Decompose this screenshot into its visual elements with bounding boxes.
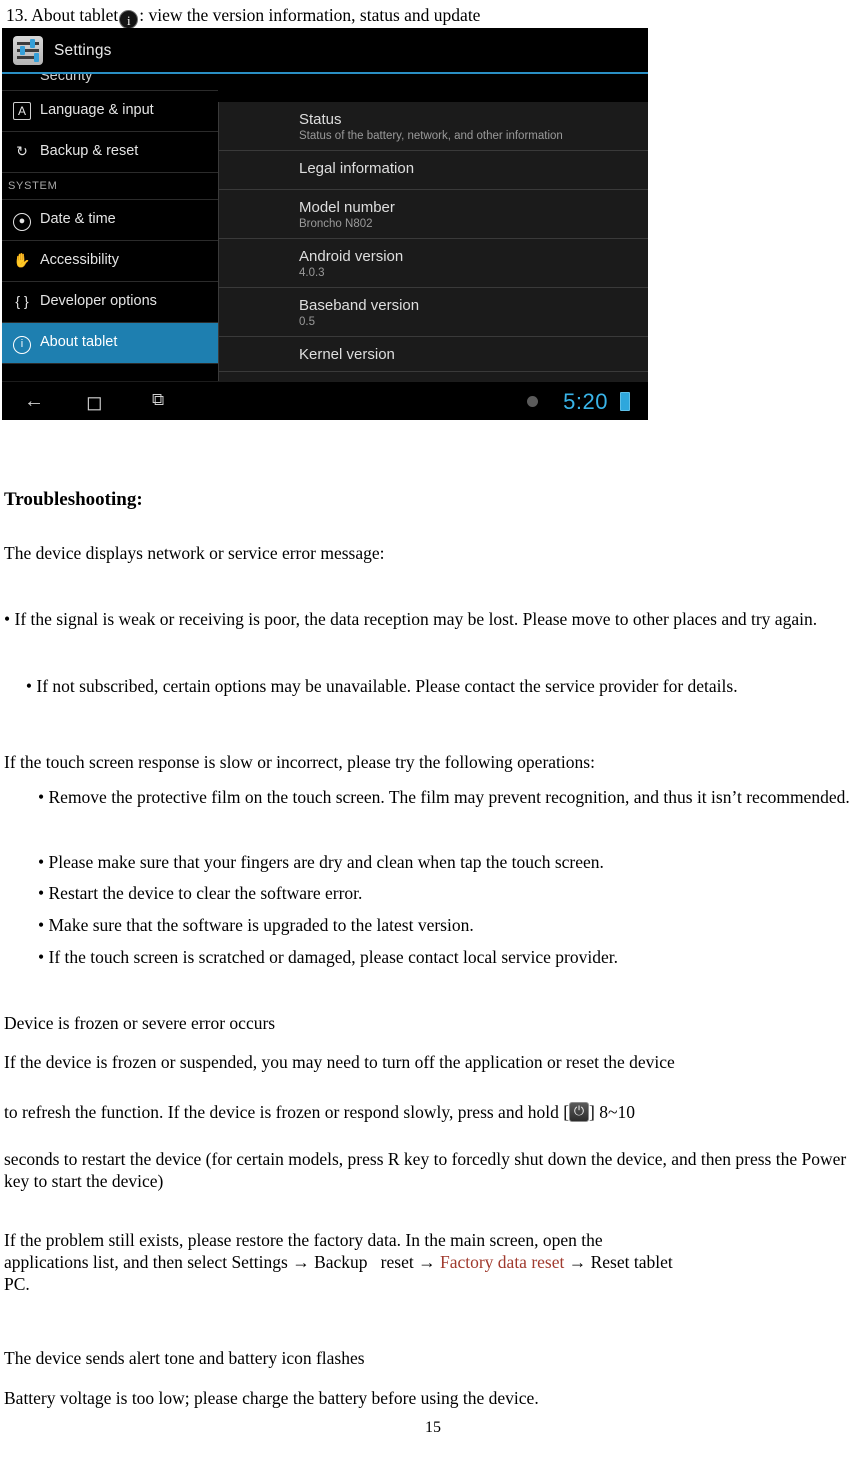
sidebar-item-label: Developer options bbox=[40, 293, 157, 309]
list-item-title: Status bbox=[299, 111, 342, 128]
sidebar-item-language-input[interactable]: A Language & input bbox=[2, 91, 218, 132]
paragraph-restore-c: → Reset tablet bbox=[564, 1252, 673, 1272]
back-arrow-icon[interactable]: ← bbox=[24, 390, 44, 413]
about-tablet-list: Status Status of the battery, network, a… bbox=[218, 102, 648, 412]
paragraph-restart-device: • Restart the device to clear the softwa… bbox=[38, 883, 363, 903]
paragraph-restore-a: If the problem still exists, please rest… bbox=[4, 1230, 603, 1250]
heading-device-frozen: Device is frozen or severe error occurs bbox=[4, 1013, 276, 1033]
paragraph-remove-film: • Remove the protective film on the touc… bbox=[38, 787, 850, 807]
paragraph-frozen-2a: to refresh the function. If the device i… bbox=[4, 1102, 570, 1122]
paragraph-not-subscribed: • If not subscribed, certain options may… bbox=[4, 675, 862, 697]
list-item-subtitle: Broncho N802 bbox=[299, 218, 373, 230]
list-item-kernel-version[interactable]: Kernel version bbox=[219, 337, 648, 372]
paragraph-frozen-2: to refresh the function. If the device i… bbox=[4, 1101, 862, 1123]
paragraph-signal-weak: • If the signal is weak or receiving is … bbox=[4, 609, 818, 629]
sidebar-item-label: About tablet bbox=[40, 334, 118, 350]
paragraph-battery-low: Battery voltage is too low; please charg… bbox=[4, 1388, 539, 1408]
paragraph-restore-factory: If the problem still exists, please rest… bbox=[4, 1229, 859, 1295]
sidebar-item-label: Security bbox=[40, 74, 93, 84]
paragraph-touch-slow: If the touch screen response is slow or … bbox=[4, 752, 595, 772]
paragraph-restore-b: applications list, and then select Setti… bbox=[4, 1252, 440, 1272]
settings-icon bbox=[13, 36, 43, 65]
sidebar-item-date-time[interactable]: ● Date & time bbox=[2, 200, 218, 241]
intro-line: 13. About tablet i: view the version info… bbox=[6, 4, 480, 29]
list-item-subtitle: 4.0.3 bbox=[299, 267, 325, 279]
list-item-title: Baseband version bbox=[299, 297, 420, 314]
troubleshooting-heading: Troubleshooting: bbox=[4, 489, 143, 510]
sidebar-item-label: Language & input bbox=[40, 102, 154, 118]
status-clock: 5:20 bbox=[563, 389, 608, 414]
paragraph-not-subscribed-text: • If not subscribed, certain options may… bbox=[25, 676, 738, 696]
sidebar-item-security[interactable]: Security bbox=[2, 74, 218, 91]
paragraph-network-error: The device displays network or service e… bbox=[4, 543, 385, 563]
paragraph-alert-tone: The device sends alert tone and battery … bbox=[4, 1348, 365, 1368]
sidebar-item-label: Backup & reset bbox=[40, 143, 139, 159]
list-item-subtitle: Status of the battery, network, and othe… bbox=[299, 130, 563, 142]
backup-reset-icon: ↻ bbox=[16, 143, 28, 159]
list-item-legal-information[interactable]: Legal information bbox=[219, 151, 648, 190]
sidebar-section-system: SYSTEM bbox=[2, 173, 218, 200]
screenshot-titlebar: Settings bbox=[2, 28, 648, 74]
document-page: 13. About tablet i: view the version info… bbox=[0, 0, 866, 1461]
accessibility-icon: ✋ bbox=[13, 252, 31, 268]
factory-data-reset-link[interactable]: Factory data reset bbox=[440, 1252, 564, 1272]
paragraph-dry-fingers: • Please make sure that your fingers are… bbox=[38, 852, 604, 872]
screenshot-title: Settings bbox=[54, 42, 112, 59]
list-item-android-version[interactable]: Android version 4.0.3 bbox=[219, 239, 648, 288]
list-item-subtitle: 0.5 bbox=[299, 316, 315, 328]
sidebar-item-developer-options[interactable]: { } Developer options bbox=[2, 282, 218, 323]
sidebar-item-about-tablet[interactable]: i About tablet bbox=[2, 323, 218, 364]
notification-dot-icon bbox=[527, 396, 538, 407]
android-navigation-bar: ← ◻ ⧉ 5:20 bbox=[2, 381, 648, 420]
paragraph-frozen-2b: ] 8~10 bbox=[589, 1102, 635, 1122]
list-item-baseband-version[interactable]: Baseband version 0.5 bbox=[219, 288, 648, 337]
developer-options-icon: { } bbox=[15, 293, 29, 309]
list-item-title: Legal information bbox=[299, 160, 415, 177]
info-icon: i bbox=[12, 332, 32, 354]
settings-screenshot: Settings Security A Language & input ↻ B… bbox=[2, 28, 648, 420]
info-icon: i bbox=[119, 10, 139, 29]
sidebar-section-label: SYSTEM bbox=[8, 180, 58, 192]
language-icon: A bbox=[12, 100, 32, 120]
paragraph-frozen-1: If the device is frozen or suspended, yo… bbox=[4, 1052, 675, 1072]
paragraph-frozen-3: seconds to restart the device (for certa… bbox=[4, 1149, 847, 1191]
paragraph-upgrade-software: • Make sure that the software is upgrade… bbox=[38, 915, 474, 935]
page-number: 15 bbox=[425, 1419, 441, 1436]
home-icon[interactable]: ◻ bbox=[86, 390, 103, 415]
list-item-model-number[interactable]: Model number Broncho N802 bbox=[219, 190, 648, 239]
sidebar-item-label: Accessibility bbox=[40, 252, 119, 268]
intro-suffix: : view the version information, status a… bbox=[139, 5, 481, 25]
paragraph-restore-d: PC. bbox=[4, 1274, 30, 1294]
paragraph-scratched: • If the touch screen is scratched or da… bbox=[38, 947, 618, 967]
list-item-title: Android version bbox=[299, 248, 404, 265]
recent-apps-icon[interactable]: ⧉ bbox=[152, 390, 164, 410]
intro-prefix: 13. About tablet bbox=[6, 5, 119, 25]
sidebar-item-accessibility[interactable]: ✋ Accessibility bbox=[2, 241, 218, 282]
list-item-title: Model number bbox=[299, 199, 395, 216]
sidebar-item-label: Date & time bbox=[40, 211, 116, 227]
sidebar-item-backup-reset[interactable]: ↻ Backup & reset bbox=[2, 132, 218, 173]
list-item-title: Kernel version bbox=[299, 346, 395, 363]
list-item-status[interactable]: Status Status of the battery, network, a… bbox=[219, 102, 648, 151]
clock-icon: ● bbox=[12, 209, 32, 231]
settings-left-pane: Security A Language & input ↻ Backup & r… bbox=[2, 74, 218, 412]
power-button-icon bbox=[569, 1102, 590, 1122]
battery-icon bbox=[620, 392, 630, 411]
